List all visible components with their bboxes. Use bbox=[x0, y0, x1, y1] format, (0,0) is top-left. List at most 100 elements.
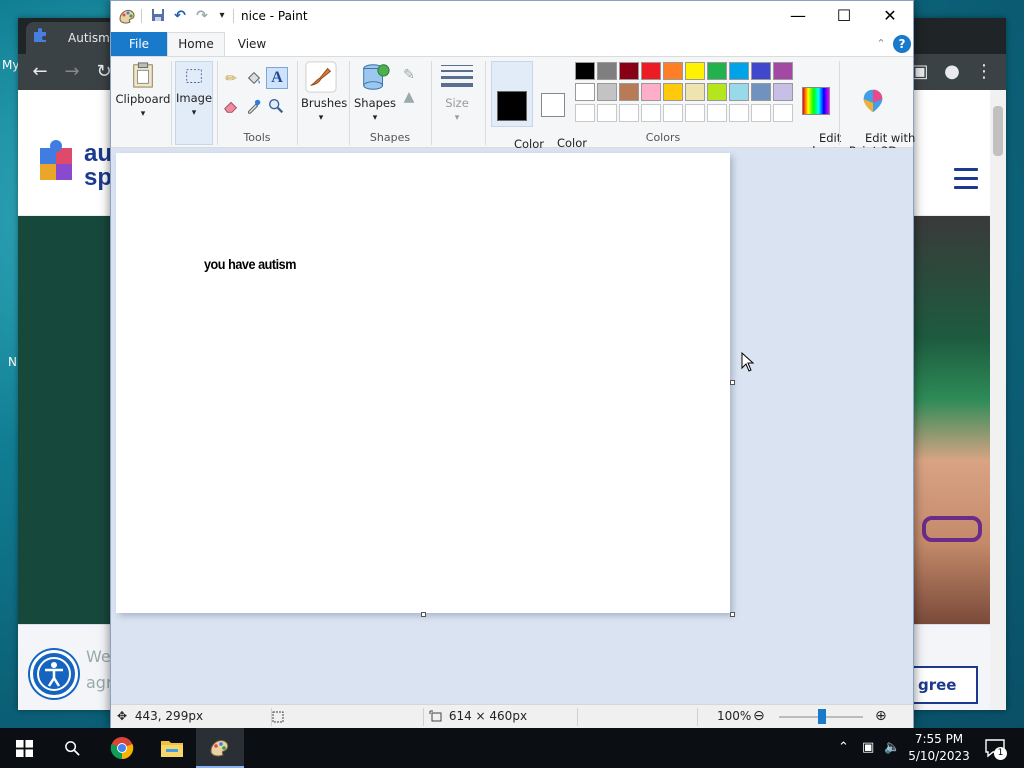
maximize-icon[interactable]: ☐ bbox=[821, 1, 867, 32]
puzzle-logo-icon[interactable] bbox=[38, 138, 76, 184]
palette-swatch[interactable] bbox=[707, 104, 727, 122]
file-explorer-icon[interactable] bbox=[148, 728, 196, 768]
text-tool-icon[interactable]: A bbox=[266, 67, 288, 89]
palette-swatch[interactable] bbox=[597, 62, 617, 80]
palette-swatch[interactable] bbox=[641, 83, 661, 101]
size-button[interactable]: Size ▾ bbox=[437, 63, 477, 125]
clipboard-icon bbox=[133, 62, 153, 88]
palette-swatch[interactable] bbox=[575, 104, 595, 122]
paint-taskbar-icon[interactable] bbox=[196, 728, 244, 768]
palette-swatch[interactable] bbox=[751, 83, 771, 101]
tab-home[interactable]: Home bbox=[167, 32, 225, 56]
minimize-icon[interactable]: — bbox=[775, 1, 821, 32]
color1-button[interactable]: Color 1 bbox=[491, 61, 544, 164]
palette-swatch[interactable] bbox=[729, 62, 749, 80]
palette-swatch[interactable] bbox=[773, 62, 793, 80]
system-clock[interactable]: 7:55 PM 5/10/2023 bbox=[904, 731, 974, 765]
site-logo-text[interactable]: au sp bbox=[84, 142, 112, 190]
volume-icon[interactable]: 🔈 bbox=[884, 728, 900, 768]
zoom-in-icon[interactable]: ⊕ bbox=[875, 705, 887, 729]
palette-swatch[interactable] bbox=[751, 104, 771, 122]
customize-quick-access-icon[interactable]: ▾ bbox=[213, 7, 231, 25]
paint-window: ↶ ↷ ▾ nice - Paint — ☐ ✕ File Home View … bbox=[110, 0, 915, 729]
paint3d-icon bbox=[863, 89, 883, 113]
zoom-out-icon[interactable]: ⊖ bbox=[753, 705, 765, 729]
palette-swatch[interactable] bbox=[619, 62, 639, 80]
tray-chevron-icon[interactable]: ⌃ bbox=[838, 728, 849, 768]
resize-handle-right[interactable] bbox=[730, 380, 735, 385]
palette-swatch[interactable] bbox=[751, 62, 771, 80]
brushes-button[interactable]: Brushes ▾ bbox=[301, 61, 347, 127]
palette-swatch[interactable] bbox=[773, 83, 793, 101]
group-separator bbox=[171, 61, 172, 145]
redo-icon[interactable]: ↷ bbox=[193, 7, 211, 25]
save-icon[interactable] bbox=[149, 7, 167, 25]
palette-swatch[interactable] bbox=[619, 83, 639, 101]
canvas-size-value: 614 × 460px bbox=[448, 709, 528, 723]
image-button[interactable]: Image ▾ bbox=[175, 61, 213, 145]
fill-bucket-icon[interactable] bbox=[244, 69, 264, 89]
palette-swatch[interactable] bbox=[575, 83, 595, 101]
search-icon[interactable] bbox=[48, 728, 96, 768]
chrome-scrollbar-thumb[interactable] bbox=[993, 106, 1003, 156]
magnifier-icon[interactable] bbox=[266, 97, 286, 117]
palette-swatch[interactable] bbox=[685, 104, 705, 122]
eraser-icon[interactable] bbox=[221, 97, 241, 117]
palette-swatch[interactable] bbox=[729, 83, 749, 101]
pencil-icon[interactable]: ✏ bbox=[221, 69, 241, 89]
outline-icon[interactable]: ✎ bbox=[399, 65, 419, 85]
color2-button[interactable]: Color 2 bbox=[535, 61, 587, 163]
palette-swatch[interactable] bbox=[707, 83, 727, 101]
palette-swatch[interactable] bbox=[641, 62, 661, 80]
palette-swatch[interactable] bbox=[685, 83, 705, 101]
resize-handle-corner[interactable] bbox=[730, 612, 735, 617]
zoom-slider-thumb[interactable] bbox=[818, 709, 826, 724]
edit-paint3d-button[interactable]: Edit with Paint 3D bbox=[843, 61, 915, 158]
palette-swatch[interactable] bbox=[729, 104, 749, 122]
palette-swatch[interactable] bbox=[575, 62, 595, 80]
accessibility-button[interactable] bbox=[30, 650, 78, 698]
paint-app-icon[interactable] bbox=[117, 7, 137, 25]
tab-view[interactable]: View bbox=[227, 32, 277, 56]
palette-swatch[interactable] bbox=[619, 104, 639, 122]
collapse-ribbon-icon[interactable]: ⌃ bbox=[873, 35, 889, 53]
edit-colors-button[interactable]: Edit colors bbox=[797, 61, 841, 158]
tab-file[interactable]: File bbox=[111, 32, 167, 56]
chrome-taskbar-icon[interactable] bbox=[98, 728, 146, 768]
palette-swatch[interactable] bbox=[663, 83, 683, 101]
kebab-menu-icon[interactable]: ⋮ bbox=[970, 58, 998, 86]
forward-arrow-icon[interactable]: → bbox=[58, 58, 86, 86]
undo-icon[interactable]: ↶ bbox=[171, 7, 189, 25]
brush-icon bbox=[305, 61, 337, 93]
palette-swatch[interactable] bbox=[641, 104, 661, 122]
chrome-scrollbar[interactable] bbox=[990, 90, 1006, 710]
start-button[interactable] bbox=[0, 728, 48, 768]
notification-center-icon[interactable]: 1 bbox=[984, 737, 1007, 760]
hamburger-menu-icon[interactable] bbox=[954, 168, 978, 190]
profile-icon[interactable]: ● bbox=[938, 58, 966, 86]
status-separator bbox=[423, 708, 424, 726]
palette-swatch[interactable] bbox=[663, 104, 683, 122]
title-separator bbox=[141, 9, 142, 23]
palette-swatch[interactable] bbox=[773, 104, 793, 122]
palette-swatch[interactable] bbox=[663, 62, 683, 80]
back-arrow-icon[interactable]: ← bbox=[26, 58, 54, 86]
drawing-canvas[interactable]: you have autism bbox=[116, 153, 730, 613]
palette-swatch[interactable] bbox=[707, 62, 727, 80]
palette-swatch[interactable] bbox=[597, 104, 617, 122]
desktop-icon-label[interactable]: N bbox=[8, 355, 17, 369]
agree-button[interactable]: gree bbox=[914, 666, 978, 704]
close-icon[interactable]: ✕ bbox=[867, 1, 913, 32]
palette-swatch[interactable] bbox=[685, 62, 705, 80]
help-icon[interactable]: ? bbox=[893, 35, 911, 53]
canvas-workspace[interactable]: you have autism bbox=[111, 148, 913, 704]
shapes-button[interactable]: Shapes ▾ bbox=[353, 61, 397, 127]
shapes-icon bbox=[363, 64, 390, 90]
palette-swatch[interactable] bbox=[597, 83, 617, 101]
clipboard-button[interactable]: Clipboard ▾ bbox=[115, 61, 171, 125]
resize-handle-bottom[interactable] bbox=[421, 612, 426, 617]
color-picker-icon[interactable] bbox=[244, 97, 264, 117]
fill-icon[interactable]: ▲ bbox=[399, 87, 419, 107]
network-icon[interactable]: ▣ bbox=[862, 728, 874, 768]
desktop-icon-label[interactable]: My bbox=[2, 58, 19, 72]
